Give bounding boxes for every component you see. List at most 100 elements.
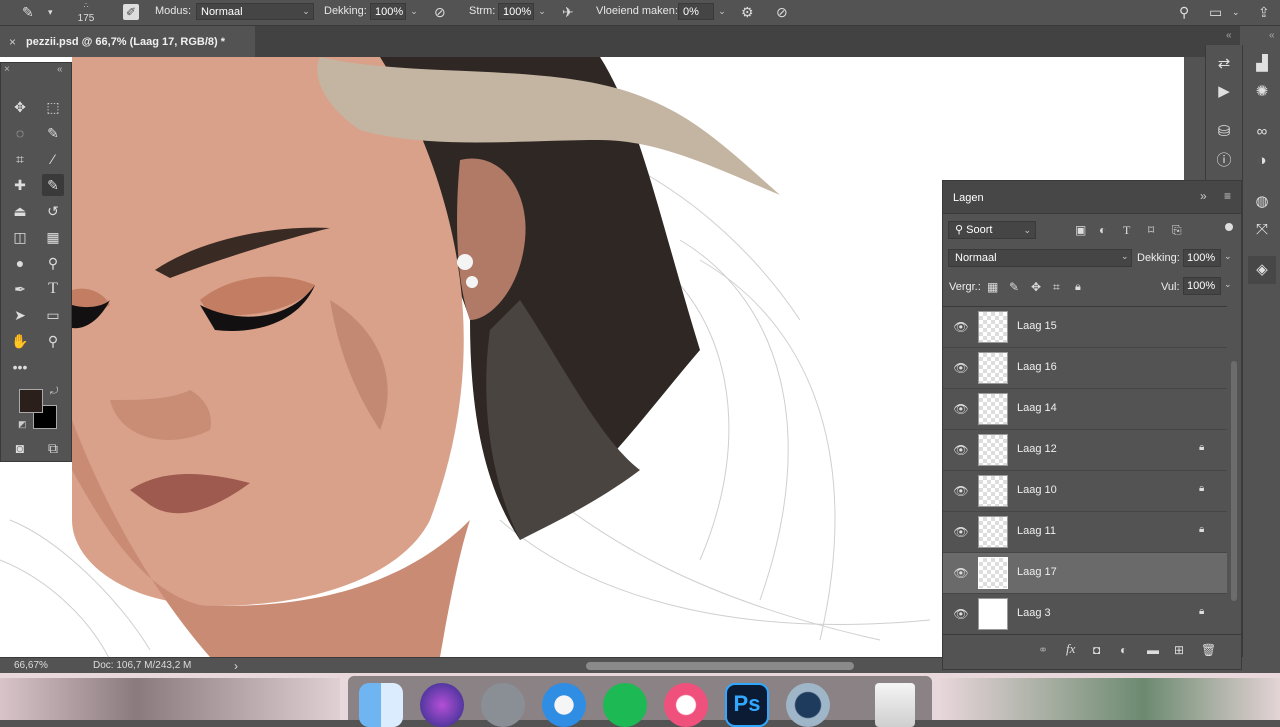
chevron-down-icon[interactable]: ⌄	[1232, 5, 1240, 19]
gradient-tool-icon[interactable]: ▦	[42, 226, 64, 248]
creative-cloud-icon[interactable]: ∞	[1251, 121, 1273, 143]
crop-tool-icon[interactable]: ⌗	[9, 148, 31, 170]
healing-brush-tool-icon[interactable]: ✚	[9, 174, 31, 196]
preset-dropdown-icon[interactable]: ▾	[48, 5, 53, 19]
document-tab[interactable]: × pezzii.psd @ 66,7% (Laag 17, RGB/8) *	[0, 26, 255, 57]
lock-icon[interactable]: 🔒︎	[1199, 483, 1209, 495]
clone-stamp-tool-icon[interactable]: ⏏	[9, 200, 31, 222]
visibility-eye-icon[interactable]: 👁︎	[953, 607, 969, 621]
marquee-tool-icon[interactable]: ⬚	[42, 96, 64, 118]
visibility-eye-icon[interactable]: 👁︎	[953, 566, 969, 580]
lasso-tool-icon[interactable]: ◌	[9, 122, 31, 144]
collapse-strip-icon[interactable]: «	[1226, 30, 1232, 41]
chevron-down-icon[interactable]: ⌄	[407, 3, 421, 20]
screen-mode-icon[interactable]: ⧉	[42, 437, 64, 459]
new-group-icon[interactable]: ▬	[1147, 643, 1159, 657]
share-icon[interactable]: ⇪	[1258, 5, 1270, 19]
filter-type-icon[interactable]: T	[1123, 223, 1130, 237]
workspace-icon[interactable]: ▭	[1209, 5, 1222, 19]
eyedropper-tool-icon[interactable]: ⁄	[42, 148, 64, 170]
layer-row[interactable]: 👁︎ Laag 16	[943, 348, 1227, 389]
layer-row[interactable]: 👁︎ Laag 11 🔒︎	[943, 512, 1227, 553]
layer-filter-select[interactable]: ⚲ Soort ⌄	[948, 221, 1036, 239]
visibility-eye-icon[interactable]: 👁︎	[953, 525, 969, 539]
add-mask-icon[interactable]: ◘	[1093, 643, 1100, 657]
trash-icon[interactable]: 🗑︎	[1201, 643, 1216, 657]
new-layer-icon[interactable]: ⊞	[1174, 643, 1184, 657]
foreground-color-swatch[interactable]	[19, 389, 43, 413]
type-tool-icon[interactable]: T	[42, 278, 64, 300]
info-icon[interactable]: ⓘ	[1213, 150, 1235, 172]
collapse-panel-icon[interactable]: «	[57, 64, 63, 75]
filter-smart-object-icon[interactable]: ⎘	[1172, 223, 1182, 237]
chevron-down-icon[interactable]: ⌄	[1224, 279, 1232, 290]
swap-colors-icon[interactable]: ⤾	[50, 386, 58, 397]
filter-toggle[interactable]	[1225, 223, 1233, 231]
layer-opacity-input[interactable]: 100%	[1183, 249, 1221, 267]
siri-icon[interactable]	[420, 683, 464, 727]
fill-input[interactable]: 100%	[1183, 277, 1221, 295]
search-icon[interactable]: ⚲	[1179, 5, 1189, 19]
zoom-tool-icon[interactable]: ⚲	[42, 330, 64, 352]
launchpad-icon[interactable]	[481, 683, 525, 727]
spotify-icon[interactable]	[603, 683, 647, 727]
visibility-eye-icon[interactable]: 👁︎	[953, 402, 969, 416]
pen-tool-icon[interactable]: ✒	[9, 278, 31, 300]
adjustments-icon[interactable]: ◑	[1251, 150, 1273, 172]
vloeiend-input[interactable]: 0%	[678, 3, 714, 20]
chevron-down-icon[interactable]: ⌄	[715, 3, 729, 20]
layer-row[interactable]: 👁︎ Laag 15	[943, 307, 1227, 348]
adjustment-layer-icon[interactable]: ◐	[1120, 643, 1127, 657]
filter-pixel-icon[interactable]: ▣	[1075, 223, 1086, 237]
lock-icon[interactable]: 🔒︎	[1199, 606, 1209, 618]
dodge-tool-icon[interactable]: ⚲	[42, 252, 64, 274]
libraries-icon[interactable]: ⛁	[1213, 121, 1235, 143]
filter-shape-icon[interactable]: ⌑	[1148, 223, 1154, 237]
trash-icon[interactable]	[875, 683, 915, 727]
rectangle-tool-icon[interactable]: ▭	[42, 304, 64, 326]
lock-transparency-icon[interactable]: ▦	[987, 280, 998, 294]
move-tool-icon[interactable]: ✥	[9, 96, 31, 118]
eraser-tool-icon[interactable]: ◫	[9, 226, 31, 248]
navigator-icon[interactable]: ✺	[1251, 81, 1273, 103]
brush-panel-toggle-icon[interactable]: ✐	[123, 4, 139, 20]
safari-icon[interactable]	[542, 683, 586, 727]
collapse-panel-icon[interactable]: »	[1200, 189, 1207, 203]
histogram-icon[interactable]: ▟	[1251, 53, 1273, 75]
quick-select-tool-icon[interactable]: ✎	[42, 122, 64, 144]
chevron-down-icon[interactable]: ⌄	[1224, 251, 1232, 262]
layer-row[interactable]: 👁︎ Laag 14	[943, 389, 1227, 430]
blur-tool-icon[interactable]: ●	[9, 252, 31, 274]
dekking-input[interactable]: 100%	[370, 3, 406, 20]
layer-row[interactable]: 👁︎ Laag 3 🔒︎	[943, 594, 1227, 635]
visibility-eye-icon[interactable]: 👁︎	[953, 443, 969, 457]
path-select-tool-icon[interactable]: ➤	[9, 304, 31, 326]
blend-mode-select[interactable]: Normaal	[948, 249, 1132, 267]
horizontal-scrollbar[interactable]	[586, 662, 854, 670]
visibility-eye-icon[interactable]: 👁︎	[953, 320, 969, 334]
layer-list-scrollbar[interactable]	[1231, 361, 1237, 601]
actions-play-icon[interactable]: ▶	[1213, 81, 1235, 103]
brush-preview-icon[interactable]: ∴	[76, 1, 96, 10]
history-panel-icon[interactable]: ⇄	[1213, 53, 1235, 75]
layers-panel-icon[interactable]: ◈	[1248, 256, 1276, 284]
lock-position-icon[interactable]: ✥	[1031, 280, 1041, 294]
visibility-eye-icon[interactable]: 👁︎	[953, 484, 969, 498]
collapse-strip-icon[interactable]: «	[1269, 30, 1275, 41]
strm-input[interactable]: 100%	[498, 3, 534, 20]
hand-tool-icon[interactable]: ✋	[9, 330, 31, 352]
layer-row[interactable]: 👁︎ Laag 12 🔒︎	[943, 430, 1227, 471]
link-layers-icon[interactable]: ⚭	[1038, 643, 1048, 657]
lock-icon[interactable]: 🔒︎	[1199, 524, 1209, 536]
chevron-down-icon[interactable]: ⌄	[535, 3, 549, 20]
photoshop-icon[interactable]: Ps	[725, 683, 769, 727]
quicktime-icon[interactable]	[786, 683, 830, 727]
paths-icon[interactable]: ⤧	[1251, 219, 1273, 241]
color-icon[interactable]: ◍	[1251, 191, 1273, 213]
layer-row-selected[interactable]: 👁︎ Laag 17	[943, 553, 1227, 594]
close-panel-icon[interactable]: ×	[4, 64, 10, 75]
pressure-size-icon[interactable]: ⊘	[776, 5, 788, 19]
airbrush-icon[interactable]: ✈	[562, 5, 574, 19]
fx-icon[interactable]: fx	[1066, 642, 1075, 656]
brush-tool-icon[interactable]: ✎	[42, 174, 64, 196]
